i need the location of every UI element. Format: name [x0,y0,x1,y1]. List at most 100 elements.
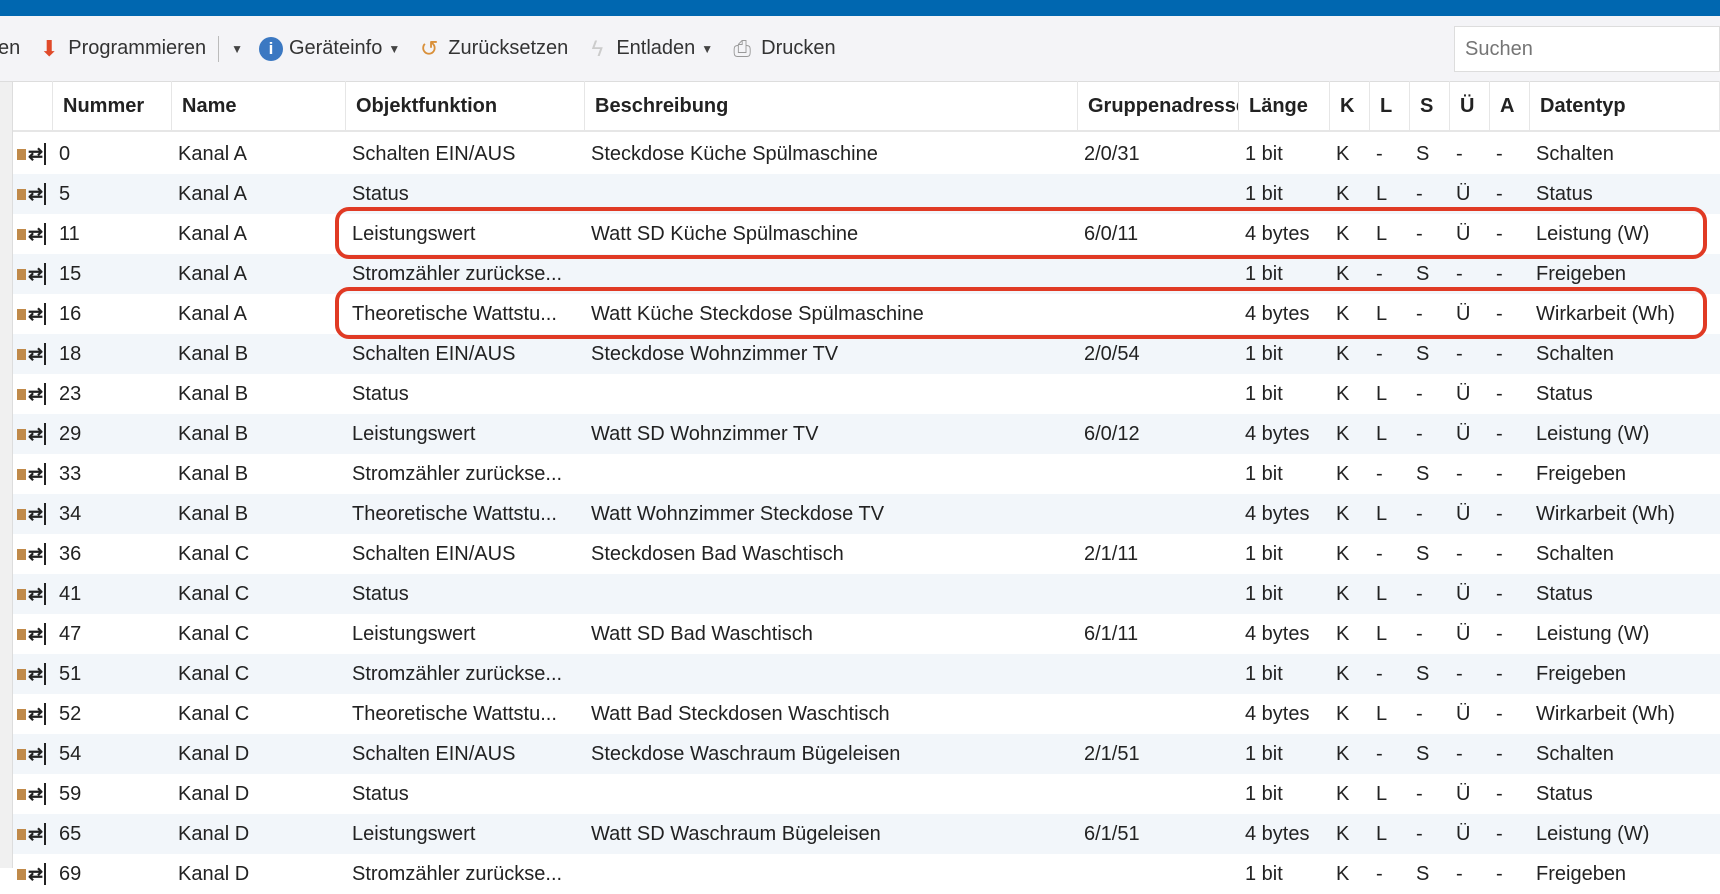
table-row[interactable]: ⇄ 15 Kanal A Stromzähler zurückse... 1 bit K -… [13,254,1720,294]
cell-beschreibung: Watt SD Küche Spülmaschine [591,222,859,245]
table-row[interactable]: ⇄ 29 Kanal B Leistungswert Watt SD Wohnzimme… [13,414,1720,454]
table-row[interactable]: ⇄ 69 Kanal D Stromzähler zurückse... 1 bit K -… [13,854,1720,894]
cell-k: K [1336,342,1350,365]
search-input[interactable] [1454,26,1720,72]
object-square-icon [17,468,26,480]
cell-gruppenadresse: 2/0/31 [1084,142,1140,165]
bidirectional-arrow-icon: ⇄ [28,623,47,645]
cell-a: - [1496,382,1503,405]
table-row[interactable]: ⇄ 16 Kanal A Theoretische Wattstu... Watt Kü… [13,294,1720,334]
cell-l: L [1376,822,1388,845]
cell-s: - [1416,822,1423,845]
cell-l: L [1376,182,1388,205]
column-header-nummer[interactable]: Nummer [53,81,172,131]
column-header-gruppenadresse[interactable]: Gruppenadresse [1078,81,1239,131]
zuruecksetzen-button[interactable]: ↺ Zurücksetzen [416,36,568,62]
column-header-name[interactable]: Name [172,81,346,131]
cell-gruppenadresse: 6/0/12 [1084,422,1140,445]
cell-k: K [1336,222,1350,245]
cell-datentyp: Status [1536,182,1593,205]
cell-beschreibung: Watt SD Bad Waschtisch [591,622,813,645]
bidirectional-arrow-icon: ⇄ [28,383,47,405]
cell-objektfunktion: Leistungswert [352,822,476,845]
cell-gruppenadresse: 2/0/54 [1084,342,1140,365]
entladen-button[interactable]: ϟ Entladen ▼ [584,36,713,62]
cell-laenge: 1 bit [1245,742,1283,765]
table-row[interactable]: ⇄ 41 Kanal C Status 1 bit K L - Ü - Status [13,574,1720,614]
cell-ue: Ü [1456,782,1471,805]
drucken-button[interactable]: ⎙ Drucken [729,36,835,62]
cell-nummer: 59 [59,782,82,805]
table-row[interactable]: ⇄ 65 Kanal D Leistungswert Watt SD Waschraum… [13,814,1720,854]
cell-name: Kanal A [178,262,247,285]
cell-name: Kanal D [178,822,250,845]
cell-nummer: 51 [59,662,82,685]
cell-beschreibung: Watt Küche Steckdose Spülmaschine [591,302,924,325]
chevron-down-icon[interactable]: ▼ [231,42,243,56]
table-row[interactable]: ⇄ 52 Kanal C Theoretische Wattstu... Watt Ba… [13,694,1720,734]
cell-nummer: 5 [59,182,71,205]
cell-beschreibung: Steckdosen Bad Waschtisch [591,542,844,565]
geraeteinfo-button[interactable]: i Geräteinfo ▼ [258,36,400,61]
table-row[interactable]: ⇄ 51 Kanal C Stromzähler zurückse... 1 bit K -… [13,654,1720,694]
column-header-k[interactable]: K [1330,81,1370,131]
cell-k: K [1336,742,1350,765]
bidirectional-arrow-icon: ⇄ [28,583,47,605]
column-header-icon[interactable] [13,81,53,131]
table-row[interactable]: ⇄ 36 Kanal C Schalten EIN/AUS Steckdosen Bad… [13,534,1720,574]
table-row[interactable]: ⇄ 5 Kanal A Status 1 bit K L - Ü - Status [13,174,1720,214]
info-icon: i [258,36,283,61]
cell-objektfunktion: Stromzähler zurückse... [352,462,563,485]
column-header-ue[interactable]: Ü [1450,81,1490,131]
cell-ue: - [1456,262,1463,285]
cell-nummer: 11 [59,222,80,245]
column-header-laenge[interactable]: Länge [1239,81,1330,131]
table-row[interactable]: ⇄ 59 Kanal D Status 1 bit K L - Ü - Status [13,774,1720,814]
table-row[interactable]: ⇄ 11 Kanal A Leistungswert Watt SD Küche Spü… [13,214,1720,254]
group-object-icon: ⇄ [13,263,53,285]
cell-objektfunktion: Status [352,582,409,605]
object-square-icon [17,788,26,800]
table-row[interactable]: ⇄ 54 Kanal D Schalten EIN/AUS Steckdose Wasc… [13,734,1720,774]
chevron-down-icon: ▼ [701,41,714,56]
cell-objektfunktion: Status [352,382,409,405]
group-object-icon: ⇄ [13,223,53,245]
cell-laenge: 4 bytes [1245,422,1310,445]
object-square-icon [17,748,26,760]
column-header-s[interactable]: S [1410,81,1450,131]
object-square-icon [17,548,26,560]
table-row[interactable]: ⇄ 33 Kanal B Stromzähler zurückse... 1 bit K -… [13,454,1720,494]
cell-nummer: 52 [59,702,82,725]
table-row[interactable]: ⇄ 0 Kanal A Schalten EIN/AUS Steckdose Küche… [13,134,1720,174]
column-header-datentyp[interactable]: Datentyp [1530,81,1720,131]
table-row[interactable]: ⇄ 47 Kanal C Leistungswert Watt SD Bad Wasch… [13,614,1720,654]
toolbar-label: Drucken [761,37,836,59]
column-header-l[interactable]: L [1370,81,1410,131]
table-row[interactable]: ⇄ 34 Kanal B Theoretische Wattstu... Watt Wo… [13,494,1720,534]
toolbar-item-cut[interactable]: en [0,37,20,60]
cell-datentyp: Freigeben [1536,462,1627,485]
column-header-beschreibung[interactable]: Beschreibung [585,81,1078,131]
bidirectional-arrow-icon: ⇄ [28,783,47,805]
programmieren-button[interactable]: ⬇ Programmieren ▼ [36,35,243,62]
cell-s: - [1416,422,1423,445]
cell-datentyp: Leistung (W) [1536,222,1650,245]
bidirectional-arrow-icon: ⇄ [28,823,47,845]
cell-a: - [1496,662,1503,685]
object-square-icon [17,508,26,520]
group-object-icon: ⇄ [13,423,53,445]
cell-a: - [1496,262,1503,285]
object-square-icon [17,308,26,320]
cell-gruppenadresse: 6/1/51 [1084,822,1140,845]
table-row[interactable]: ⇄ 23 Kanal B Status 1 bit K L - Ü - Status [13,374,1720,414]
cell-datentyp: Schalten [1536,342,1614,365]
table-row[interactable]: ⇄ 18 Kanal B Schalten EIN/AUS Steckdose Wohn… [13,334,1720,374]
cell-laenge: 1 bit [1245,542,1283,565]
cell-ue: - [1456,342,1463,365]
column-header-objektfunktion[interactable]: Objektfunktion [346,81,585,131]
cell-datentyp: Schalten [1536,542,1614,565]
cell-a: - [1496,302,1503,325]
column-header-a[interactable]: A [1490,81,1530,131]
cell-l: - [1376,662,1383,685]
cell-l: L [1376,622,1388,645]
